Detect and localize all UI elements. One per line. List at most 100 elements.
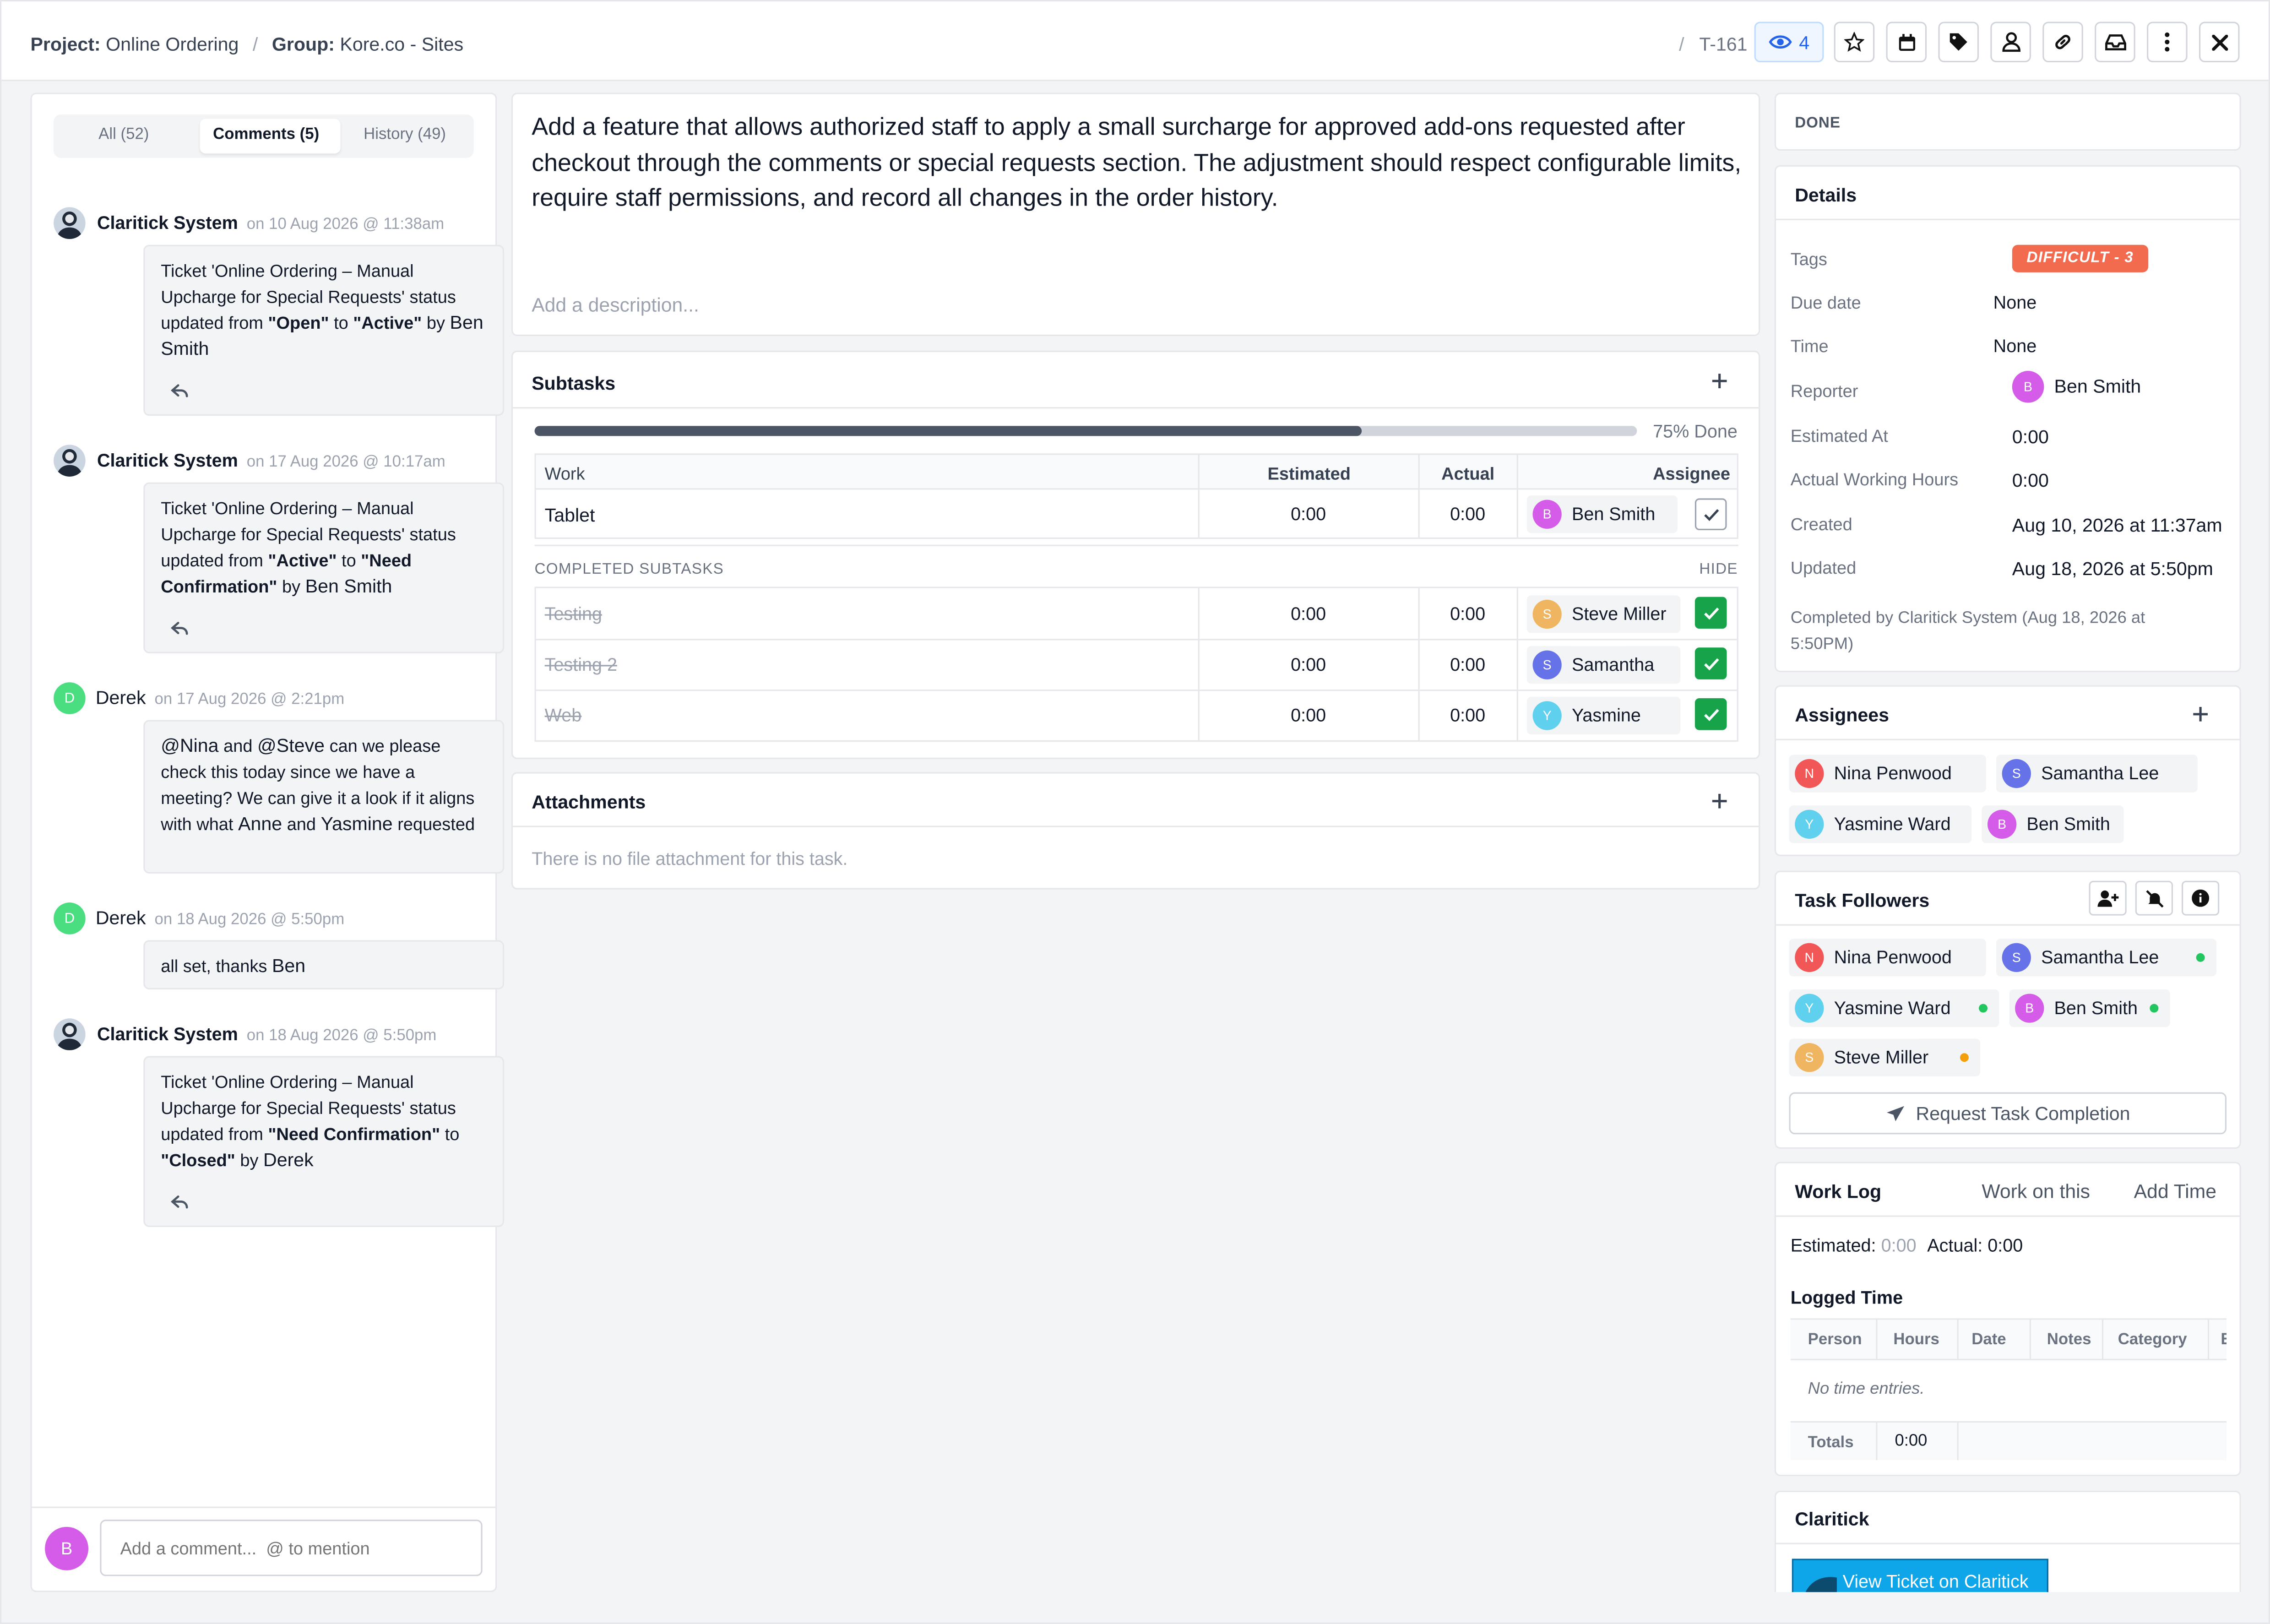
tag-badge[interactable]: DIFFICULT - 3 [2012, 244, 2148, 272]
reporter-value[interactable]: Ben Smith [2054, 375, 2141, 396]
follower-chip[interactable]: N Nina Penwood [1789, 939, 1986, 977]
tab-all[interactable]: All (52) [98, 126, 149, 143]
reply-icon[interactable] [170, 1191, 188, 1217]
subtask-assignee[interactable]: S Samantha [1526, 646, 1681, 684]
subtask-assignee[interactable]: B Ben Smith [1526, 495, 1678, 533]
follower-chip[interactable]: S Samantha Lee [1996, 939, 2216, 977]
group-label: Group: [272, 33, 335, 55]
avatar: S [1532, 650, 1562, 679]
subtask-work[interactable]: Testing [545, 604, 602, 624]
completed-subtasks-label: COMPLETED SUBTASKS [534, 560, 724, 578]
more-button[interactable] [2147, 22, 2188, 63]
logged-time-heading: Logged Time [1790, 1287, 1903, 1309]
check-icon [1703, 708, 1719, 721]
description-input[interactable]: Add a description... [532, 294, 699, 315]
request-completion-button[interactable]: Request Task Completion [1789, 1092, 2227, 1135]
avatar: Y [1795, 994, 1824, 1023]
follower-chip[interactable]: Y Yasmine Ward [1789, 989, 1999, 1027]
task-title[interactable]: Add a feature that allows authorized sta… [532, 110, 1749, 217]
subtask-actual: 0:00 [1450, 655, 1486, 675]
due-date-value[interactable]: None [1993, 293, 2037, 313]
table-row-divider [536, 639, 1737, 641]
progress-fill [534, 426, 1362, 436]
complete-checkbox[interactable] [1694, 698, 1727, 730]
away-indicator [1960, 1053, 1969, 1062]
col-date: Date [1971, 1331, 2006, 1349]
mention[interactable]: Anne [238, 813, 282, 834]
archive-button[interactable] [2095, 22, 2135, 63]
add-subtask-button[interactable] [1711, 371, 1728, 397]
calendar-button[interactable] [1886, 22, 1927, 63]
reporter-avatar: B [2012, 370, 2044, 403]
eye-icon [1769, 35, 1792, 49]
add-assignee-button[interactable] [2192, 704, 2209, 730]
comment-input[interactable] [100, 1520, 483, 1576]
view-on-claritick-button[interactable]: View Ticket on Claritick [1792, 1559, 2048, 1592]
work-on-this-button[interactable]: Work on this [1982, 1181, 2090, 1202]
project-link[interactable]: Online Ordering [106, 33, 239, 55]
tab-history[interactable]: History (49) [364, 126, 446, 143]
tag-button[interactable] [1938, 22, 1979, 63]
col-divider [1957, 1318, 1959, 1360]
logged-time-totals-row [1790, 1421, 2227, 1461]
add-time-button[interactable]: Add Time [2134, 1181, 2216, 1202]
add-follower-button[interactable] [2089, 880, 2127, 916]
subtask-assignee[interactable]: S Steve Miller [1526, 595, 1681, 633]
avatar: S [2002, 943, 2031, 972]
avatar: B [1988, 809, 2017, 839]
group-link[interactable]: Kore.co - Sites [340, 33, 463, 55]
subtask-assignee[interactable]: Y Yasmine [1526, 696, 1681, 735]
mention[interactable]: Yasmine [321, 813, 393, 834]
mention[interactable]: @Steve [257, 734, 325, 756]
subtask-work[interactable]: Testing 2 [545, 655, 617, 675]
assignee-chip[interactable]: N Nina Penwood [1789, 755, 1986, 793]
subtask-work[interactable]: Tablet [545, 504, 595, 526]
time-value[interactable]: None [1993, 336, 2037, 356]
star-button[interactable] [1834, 22, 1875, 63]
avatar: S [1532, 599, 1562, 629]
assignee-chip[interactable]: B Ben Smith [1982, 805, 2124, 843]
user-photo-icon [56, 449, 83, 477]
mention[interactable]: Ben [272, 955, 305, 976]
follower-chip[interactable]: B Ben Smith [2009, 989, 2170, 1027]
estimated-at-label: Estimated At [1790, 426, 1888, 446]
mention[interactable]: @Nina [161, 734, 218, 756]
comment-author: Derek on 17 Aug 2026 @ 2:21pm [95, 686, 345, 709]
complete-checkbox[interactable] [1694, 597, 1727, 629]
assignee-chip[interactable]: S Samantha Lee [1996, 755, 2198, 793]
updated-value: Aug 18, 2026 at 5:50pm [2012, 558, 2213, 580]
reply-icon[interactable] [170, 617, 188, 643]
mute-notifications-button[interactable] [2135, 880, 2173, 916]
col-divider [1418, 588, 1420, 740]
user-plus-icon [2096, 890, 2118, 907]
followers-divider [1776, 924, 2240, 926]
subtasks-heading: Subtasks [532, 372, 616, 394]
user-icon [2001, 32, 2020, 52]
col-hours: Hours [1893, 1331, 1939, 1349]
created-label: Created [1790, 514, 1852, 535]
subtask-work[interactable]: Web [545, 706, 582, 726]
followers-info-button[interactable] [2181, 880, 2220, 916]
assign-user-button[interactable] [1990, 22, 2031, 63]
comment-author: Claritick System on 10 Aug 2026 @ 11:38am [97, 213, 445, 234]
avatar: S [2002, 759, 2031, 788]
subtasks-header-divider [513, 407, 1759, 409]
follower-chip[interactable]: S Steve Miller [1789, 1038, 1981, 1076]
close-button[interactable] [2199, 22, 2240, 63]
complete-checkbox[interactable] [1694, 498, 1727, 531]
complete-checkbox[interactable] [1694, 647, 1727, 679]
watchers-count: 4 [1799, 31, 1810, 53]
completed-section-divider [534, 544, 1738, 546]
ticket-page: Project: Online Ordering / Group: Kore.c… [0, 0, 2270, 1624]
assignee-chip[interactable]: Y Yasmine Ward [1789, 805, 1972, 843]
add-attachment-button[interactable] [1711, 791, 1728, 817]
avatar: N [1795, 759, 1824, 788]
hide-completed-button[interactable]: HIDE [1699, 560, 1738, 578]
assignees-heading: Assignees [1795, 704, 1890, 726]
status-label[interactable]: DONE [1795, 114, 1841, 132]
table-row-divider [536, 488, 1737, 490]
watchers-button[interactable]: 4 [1754, 22, 1824, 63]
copy-link-button[interactable] [2042, 22, 2083, 63]
comment-body: all set, thanks Ben [143, 940, 505, 990]
reply-icon[interactable] [170, 380, 188, 406]
